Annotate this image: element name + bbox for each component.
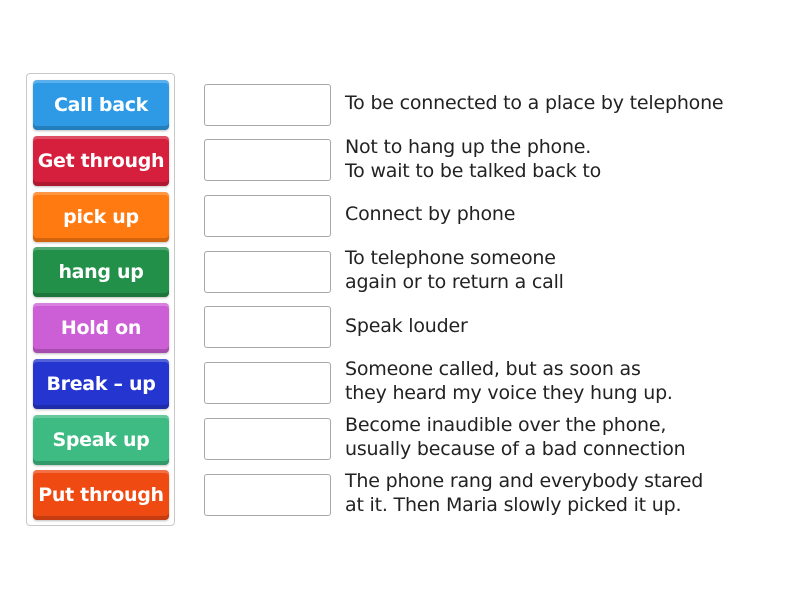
drop-slot[interactable] [204, 418, 331, 460]
definition-text: Speak louder [345, 315, 468, 337]
drop-slot[interactable] [204, 84, 331, 126]
definition-text: Connect by phone [345, 203, 516, 225]
definition-text: To telephone someone again or to return a… [345, 247, 564, 293]
drop-slot[interactable] [204, 195, 331, 237]
definition-text: Someone called, but as soon as they heard… [345, 358, 673, 404]
drop-slot[interactable] [204, 251, 331, 293]
drop-slot[interactable] [204, 139, 331, 181]
definition-text: Not to hang up the phone. To wait to be t… [345, 136, 602, 182]
tile-hang-up[interactable]: hang up [33, 247, 169, 297]
definition-text: The phone rang and everybody stared at it… [345, 470, 704, 516]
tile-hold-on[interactable]: Hold on [33, 303, 169, 353]
drop-slot[interactable] [204, 474, 331, 516]
tile-speak-up[interactable]: Speak up [33, 415, 169, 465]
definition-text: To be connected to a place by telephone [345, 92, 724, 114]
drop-slot[interactable] [204, 362, 331, 404]
definition-text: Become inaudible over the phone, usually … [345, 414, 686, 460]
tile-pick-up[interactable]: pick up [33, 192, 169, 242]
tile-put-through[interactable]: Put through [33, 470, 169, 520]
tile-get-through[interactable]: Get through [33, 136, 169, 186]
answer-bank: Call back Get through pick up hang up Ho… [26, 73, 175, 526]
tile-call-back[interactable]: Call back [33, 80, 169, 130]
drop-slot[interactable] [204, 306, 331, 348]
tile-break-up[interactable]: Break – up [33, 359, 169, 409]
